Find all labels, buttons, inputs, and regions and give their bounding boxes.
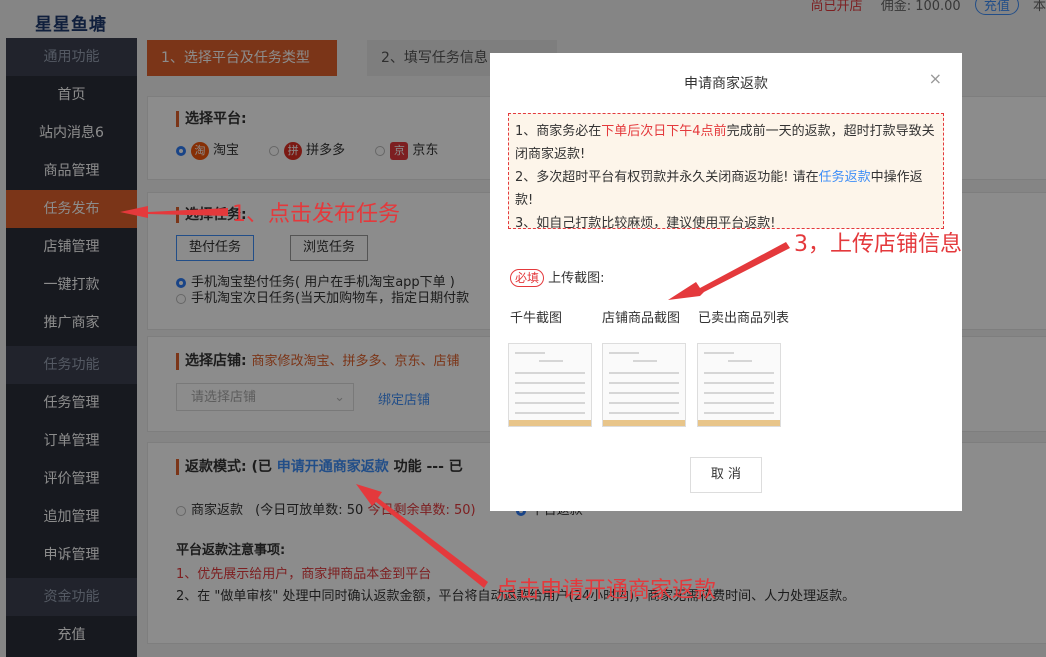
arrow-to-upload: [668, 242, 790, 300]
annotation-step-3: 3，上传店铺信息: [794, 232, 962, 257]
annotation-step-1: 1、点击发布任务: [232, 202, 400, 227]
arrow-to-publish-task: [120, 206, 228, 218]
annotation-arrows: [120, 206, 790, 588]
arrow-to-apply-link: [356, 484, 488, 588]
annotation-step-2: 点击申请开通商家返款: [496, 578, 717, 603]
